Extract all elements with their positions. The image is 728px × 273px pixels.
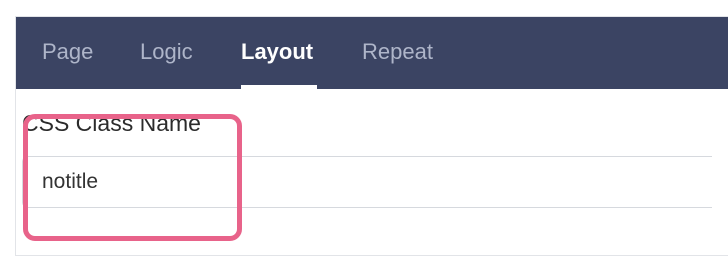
tab-layout-label: Layout: [241, 39, 314, 64]
active-tab-indicator: [241, 85, 318, 89]
tab-page[interactable]: Page: [42, 17, 93, 89]
tab-repeat-label: Repeat: [362, 39, 433, 64]
css-class-name-input[interactable]: [22, 156, 712, 208]
tab-repeat[interactable]: Repeat: [362, 17, 433, 89]
tab-logic[interactable]: Logic: [140, 17, 193, 89]
settings-tab-bar: Page Logic Layout Repeat: [16, 17, 728, 89]
tab-logic-label: Logic: [140, 39, 193, 64]
css-class-name-label: CSS Class Name: [22, 110, 201, 136]
screenshot-frame: Page Logic Layout Repeat CSS Class Name: [0, 0, 728, 273]
tab-layout[interactable]: Layout: [241, 17, 318, 89]
tab-page-label: Page: [42, 39, 94, 64]
